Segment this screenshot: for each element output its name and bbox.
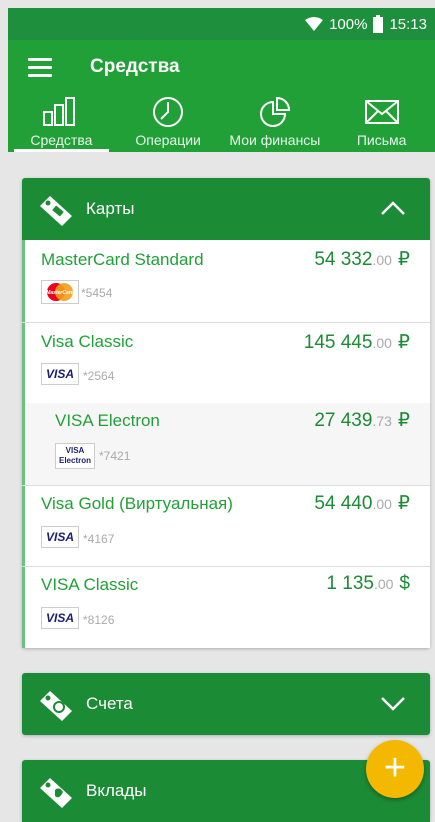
tab-label: Средства	[30, 132, 93, 148]
balance-amount: 27 439	[314, 410, 373, 431]
currency-symbol: ₽	[397, 493, 410, 514]
tab-operations[interactable]: Операции	[115, 92, 222, 152]
card-row[interactable]: VISA Classic 1 135.00 $ VISA *8126	[22, 567, 430, 648]
svg-text:MasterCard: MasterCard	[46, 290, 74, 296]
cards-section-header[interactable]: Карты	[22, 178, 430, 240]
section-title: Карты	[86, 199, 135, 218]
logo-text: Electron	[58, 456, 91, 465]
currency-symbol: ₽	[397, 249, 410, 270]
card-row[interactable]: Visa Gold (Виртуальная) 54 440.00 ₽ VISA …	[22, 486, 430, 566]
bar-chart-icon	[43, 97, 76, 126]
visa-logo-icon: VISA	[41, 607, 79, 629]
card-number: *4167	[83, 532, 115, 546]
battery-icon	[373, 15, 384, 33]
card-name: Visa Gold (Виртуальная)	[41, 494, 233, 513]
tab-label: Операции	[135, 132, 201, 148]
balance-cents: .73	[372, 413, 392, 429]
pie-chart-icon	[259, 96, 290, 127]
balance-cents: .00	[373, 576, 394, 592]
card-number: *5454	[81, 286, 113, 300]
section-title: Счета	[86, 694, 133, 713]
card-row[interactable]: MasterCard Standard 54 332.00 ₽ MasterCar…	[22, 240, 430, 322]
battery-percent: 100%	[329, 15, 368, 33]
tag-deposit-icon	[40, 778, 72, 808]
tag-account-icon	[40, 691, 72, 721]
balance-amount: 54 332	[314, 249, 373, 270]
card-number: *8126	[83, 613, 115, 627]
currency-symbol: ₽	[397, 410, 410, 431]
tab-label: Письма	[356, 132, 407, 148]
balance-cents: .00	[372, 496, 392, 512]
clock-icon	[153, 97, 184, 127]
card-name: MasterCard Standard	[41, 250, 204, 269]
currency-symbol: $	[399, 573, 410, 594]
add-button[interactable]: +	[366, 740, 424, 798]
card-row[interactable]: VISA Electron 27 439.73 ₽ VISA Electron *…	[22, 403, 430, 485]
balance-cents: .00	[372, 335, 392, 351]
envelope-icon	[364, 100, 399, 124]
tab-label: Мои финансы	[229, 132, 321, 148]
clock-time: 15:13	[389, 15, 427, 33]
balance-amount: 1 135	[326, 573, 374, 594]
card-name: VISA Electron	[55, 411, 160, 430]
card-balance: 54 440.00 ₽	[314, 492, 410, 515]
visa-logo-icon: VISA	[41, 363, 79, 385]
card-balance: 27 439.73 ₽	[314, 409, 410, 432]
section-title: Вклады	[86, 781, 147, 800]
card-number: *2564	[83, 369, 115, 383]
accounts-panel: Счета	[22, 673, 430, 735]
tab-my-finances[interactable]: Мои финансы	[222, 92, 329, 152]
card-number: *7421	[99, 449, 131, 463]
mastercard-logo-icon: MasterCard	[41, 280, 79, 304]
card-balance: 1 135.00 $	[326, 573, 410, 595]
balance-amount: 145 445	[303, 332, 373, 353]
card-balance: 145 445.00 ₽	[304, 331, 410, 354]
wifi-icon	[305, 17, 324, 31]
currency-symbol: ₽	[397, 332, 410, 353]
card-balance: 54 332.00 ₽	[314, 248, 410, 271]
page-title: Средства	[90, 56, 180, 77]
visa-logo-icon: VISA	[41, 526, 79, 548]
visa-electron-logo-icon: VISA Electron	[55, 443, 95, 469]
app-header: Средства Средства Операции Мои финансы П…	[8, 40, 435, 152]
balance-amount: 54 440	[314, 493, 373, 514]
chevron-down-icon[interactable]	[380, 695, 406, 711]
cards-panel: Карты MasterCard Standard 54 332.00 ₽ Mas…	[22, 178, 430, 648]
logo-text: VISA	[65, 446, 85, 455]
chevron-up-icon[interactable]	[380, 200, 406, 216]
plus-icon: +	[383, 747, 407, 789]
tag-card-icon	[40, 196, 72, 226]
card-name: Visa Classic	[41, 332, 134, 351]
tab-letters[interactable]: Письма	[328, 92, 435, 152]
accounts-section-header[interactable]: Счета	[22, 673, 430, 735]
hamburger-menu-icon[interactable]	[28, 58, 52, 78]
tab-funds[interactable]: Средства	[8, 92, 115, 152]
status-bar: 100% 15:13	[8, 8, 435, 40]
card-name: VISA Classic	[41, 575, 139, 594]
balance-cents: .00	[372, 252, 392, 268]
tab-bar: Средства Операции Мои финансы Письма	[8, 92, 435, 152]
card-row[interactable]: Visa Classic 145 445.00 ₽ VISA *2564	[22, 323, 430, 403]
